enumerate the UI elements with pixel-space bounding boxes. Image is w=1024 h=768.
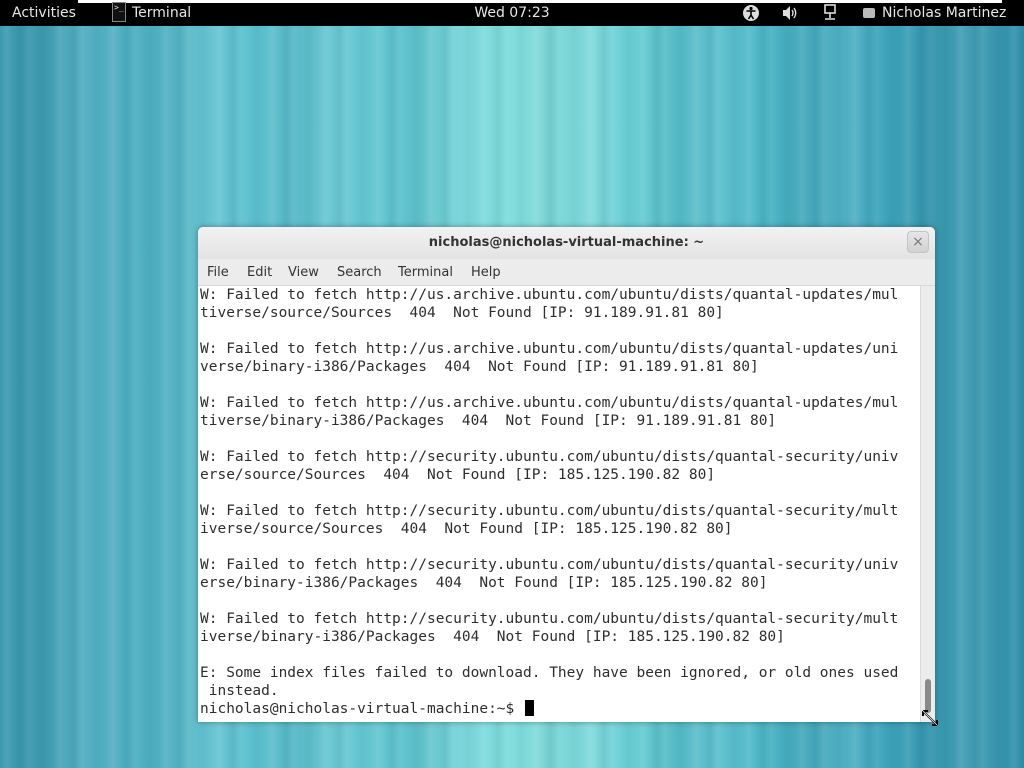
close-button[interactable]: ×: [907, 231, 929, 253]
terminal-line: iverse/binary-i386/Packages 404 Not Foun…: [200, 629, 785, 645]
terminal-text: W: Failed to fetch http://us.archive.ubu…: [198, 286, 920, 718]
network-icon[interactable]: [822, 0, 838, 26]
text-cursor: [525, 700, 535, 716]
terminal-line: W: Failed to fetch http://security.ubunt…: [200, 503, 899, 519]
top-panel: Activities >_ Terminal Wed 07:23 Nichola…: [0, 0, 1024, 26]
terminal-line: tiverse/source/Sources 404 Not Found [IP…: [200, 305, 724, 321]
scrollbar[interactable]: [920, 286, 935, 722]
terminal-output[interactable]: W: Failed to fetch http://us.archive.ubu…: [198, 286, 920, 722]
menu-terminal[interactable]: Terminal: [398, 259, 453, 286]
terminal-line: W: Failed to fetch http://security.ubunt…: [200, 611, 899, 627]
user-name: Nicholas Martinez: [882, 5, 1007, 21]
terminal-line: erse/source/Sources 404 Not Found [IP: 1…: [200, 467, 716, 483]
window-title: nicholas@nicholas-virtual-machine: ~: [428, 235, 705, 250]
menu-help[interactable]: Help: [471, 259, 501, 286]
terminal-line: W: Failed to fetch http://us.archive.ubu…: [200, 341, 899, 357]
terminal-line: W: Failed to fetch http://us.archive.ubu…: [200, 287, 899, 303]
terminal-line: W: Failed to fetch http://us.archive.ubu…: [200, 395, 899, 411]
user-status-icon: [863, 8, 875, 18]
terminal-line: W: Failed to fetch http://security.ubunt…: [200, 449, 899, 465]
terminal-line: verse/binary-i386/Packages 404 Not Found…: [200, 359, 759, 375]
scrollbar-thumb[interactable]: [925, 679, 931, 713]
accessibility-icon[interactable]: [742, 0, 760, 26]
terminal-line: erse/binary-i386/Packages 404 Not Found …: [200, 575, 768, 591]
menu-edit[interactable]: Edit: [247, 259, 272, 286]
terminal-line: iverse/source/Sources 404 Not Found [IP:…: [200, 521, 733, 537]
terminal-line: instead.: [200, 683, 279, 699]
resize-cursor-icon[interactable]: [921, 709, 939, 727]
menubar: File Edit View Search Terminal Help: [198, 259, 935, 286]
user-menu[interactable]: Nicholas Martinez: [863, 0, 1006, 26]
terminal-line: E: Some index files failed to download. …: [200, 665, 899, 681]
menu-file[interactable]: File: [207, 259, 229, 286]
volume-icon[interactable]: [781, 0, 799, 26]
menu-search[interactable]: Search: [337, 259, 382, 286]
terminal-line: W: Failed to fetch http://security.ubunt…: [200, 557, 899, 573]
terminal-window: nicholas@nicholas-virtual-machine: ~ × F…: [198, 227, 935, 722]
close-icon: ×: [912, 234, 924, 250]
shell-prompt: nicholas@nicholas-virtual-machine:~$: [200, 701, 524, 717]
menu-view[interactable]: View: [288, 259, 319, 286]
terminal-line: tiverse/binary-i386/Packages 404 Not Fou…: [200, 413, 777, 429]
clock-label: Wed 07:23: [474, 5, 550, 21]
window-titlebar[interactable]: nicholas@nicholas-virtual-machine: ~ ×: [198, 227, 935, 259]
